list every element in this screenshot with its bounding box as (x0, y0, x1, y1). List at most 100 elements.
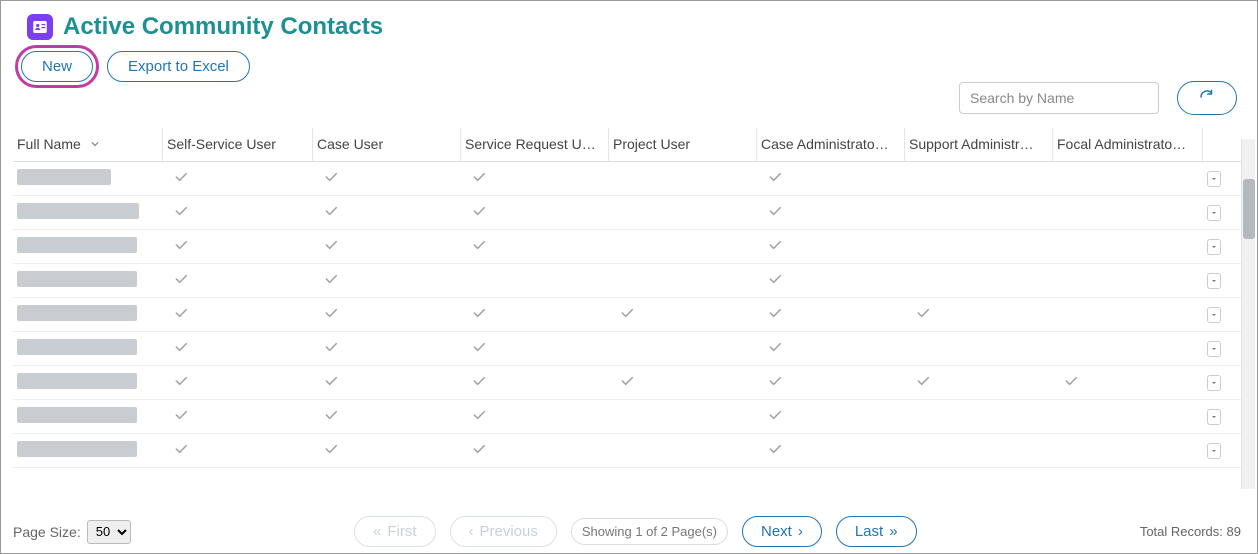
check-cell (1053, 343, 1203, 355)
chevron-left-icon: ‹ (469, 523, 474, 540)
table-row[interactable] (13, 162, 1245, 196)
table-row[interactable] (13, 298, 1245, 332)
first-button[interactable]: « First (354, 516, 436, 547)
check-icon (471, 407, 487, 426)
previous-button[interactable]: ‹ Previous (450, 516, 557, 547)
check-cell (461, 231, 609, 262)
refresh-icon (1198, 88, 1216, 109)
check-icon (173, 373, 189, 392)
row-actions-cell (1203, 403, 1227, 431)
check-cell (313, 435, 461, 466)
col-header-service-request[interactable]: Service Request U… (461, 128, 609, 161)
next-button[interactable]: Next › (742, 516, 822, 547)
col-header-case-admin[interactable]: Case Administrato… (757, 128, 905, 161)
row-actions-cell (1203, 233, 1227, 261)
check-cell (905, 445, 1053, 457)
row-actions-cell (1203, 335, 1227, 363)
col-header-focal-admin[interactable]: Focal Administrato… (1053, 128, 1203, 161)
check-cell (313, 163, 461, 194)
first-label: First (387, 523, 416, 540)
table-row[interactable] (13, 400, 1245, 434)
page-size-select[interactable]: 50 (87, 520, 131, 544)
check-cell (609, 411, 757, 423)
check-icon (767, 237, 783, 256)
check-icon (323, 339, 339, 358)
col-header-project-user[interactable]: Project User (609, 128, 757, 161)
actions-right (959, 81, 1237, 115)
row-menu-button[interactable] (1207, 205, 1221, 221)
check-cell (905, 411, 1053, 423)
table-row[interactable] (13, 332, 1245, 366)
name-cell (13, 197, 163, 228)
search-input[interactable] (959, 82, 1159, 114)
check-cell (461, 435, 609, 466)
check-icon (323, 203, 339, 222)
check-cell (313, 333, 461, 364)
check-cell (163, 299, 313, 330)
check-cell (163, 163, 313, 194)
check-cell (163, 333, 313, 364)
grid-body (13, 162, 1245, 468)
check-cell (1053, 367, 1203, 398)
table-row[interactable] (13, 366, 1245, 400)
col-header-actions (1203, 128, 1227, 161)
row-menu-button[interactable] (1207, 307, 1221, 323)
table-row[interactable] (13, 264, 1245, 298)
row-actions-cell (1203, 301, 1227, 329)
check-cell (609, 275, 757, 287)
table-row[interactable] (13, 196, 1245, 230)
row-menu-button[interactable] (1207, 443, 1221, 459)
check-icon (915, 305, 931, 324)
check-cell (461, 401, 609, 432)
check-icon (323, 237, 339, 256)
table-row[interactable] (13, 230, 1245, 264)
check-cell (313, 401, 461, 432)
row-menu-button[interactable] (1207, 375, 1221, 391)
name-cell (13, 163, 163, 194)
export-button[interactable]: Export to Excel (107, 51, 250, 82)
check-icon (767, 169, 783, 188)
check-cell (757, 197, 905, 228)
check-icon (173, 441, 189, 460)
redacted-name (17, 407, 137, 423)
check-icon (471, 237, 487, 256)
check-icon (323, 441, 339, 460)
page-title: Active Community Contacts (63, 13, 383, 41)
pager: Page Size: 50 « First ‹ Previous Showing… (1, 516, 1257, 547)
refresh-button[interactable] (1177, 81, 1237, 115)
row-menu-button[interactable] (1207, 409, 1221, 425)
check-icon (471, 203, 487, 222)
row-menu-button[interactable] (1207, 239, 1221, 255)
scrollbar-thumb[interactable] (1243, 179, 1255, 239)
check-icon (471, 169, 487, 188)
check-icon (173, 169, 189, 188)
check-cell (313, 299, 461, 330)
name-cell (13, 231, 163, 262)
row-menu-button[interactable] (1207, 341, 1221, 357)
col-header-self-service[interactable]: Self-Service User (163, 128, 313, 161)
col-header-support-admin[interactable]: Support Administr… (905, 128, 1053, 161)
col-header-full-name[interactable]: Full Name (13, 128, 163, 161)
redacted-name (17, 339, 137, 355)
check-cell (461, 163, 609, 194)
new-button[interactable]: New (21, 51, 93, 82)
check-cell (461, 197, 609, 228)
row-menu-button[interactable] (1207, 273, 1221, 289)
check-cell (163, 265, 313, 296)
check-icon (471, 339, 487, 358)
row-menu-button[interactable] (1207, 171, 1221, 187)
name-cell (13, 299, 163, 330)
check-cell (609, 299, 757, 330)
col-header-case-user[interactable]: Case User (313, 128, 461, 161)
previous-label: Previous (480, 523, 538, 540)
actions-row: New Export to Excel (21, 51, 1245, 82)
check-icon (471, 441, 487, 460)
last-button[interactable]: Last » (836, 516, 917, 547)
double-chevron-left-icon: « (373, 523, 381, 540)
table-row[interactable] (13, 434, 1245, 468)
check-cell (163, 401, 313, 432)
page-size-label: Page Size: (13, 524, 81, 540)
vertical-scrollbar[interactable] (1241, 139, 1255, 489)
name-cell (13, 265, 163, 296)
check-icon (767, 305, 783, 324)
